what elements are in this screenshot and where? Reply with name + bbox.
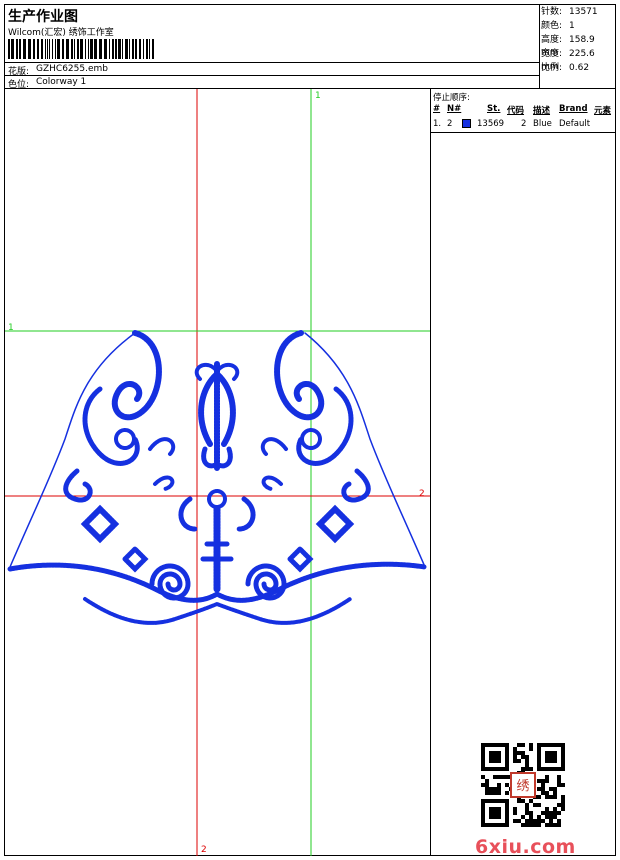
guide-label-red-bottom: 2 — [201, 845, 207, 855]
colorway-row: 色位: Colorway 1 — [5, 75, 540, 90]
stat-colors: 颜色: 1 — [541, 21, 575, 31]
worksheet-frame: 生产作业图 Wilcom(汇宏) 绣饰工作室 花版: GZHC6255.emb … — [4, 4, 616, 858]
row-code: 2 — [521, 119, 527, 129]
design-row: 花版: GZHC6255.emb — [5, 62, 540, 77]
design-filename: GZHC6255.emb — [36, 64, 108, 74]
row-brand: Default — [559, 119, 591, 129]
col-description: 描述 — [533, 106, 551, 116]
col-needle: N# — [447, 104, 462, 114]
embroidery-design — [7, 330, 428, 625]
row-index: 1. — [433, 119, 442, 129]
divider — [431, 132, 615, 133]
header-info: 生产作业图 Wilcom(汇宏) 绣饰工作室 花版: GZHC6255.emb … — [5, 5, 540, 90]
color-swatch — [462, 119, 471, 128]
stats-box: 针数: 13571 颜色: 1 高度: 158.9 mm 宽度: 225.6 mm 比例… — [541, 6, 615, 76]
design-canvas: 1 1 2 2 — [5, 89, 431, 856]
stat-scale: 比例: 0.62 — [541, 63, 590, 73]
guide-label-green-left: 1 — [8, 323, 14, 333]
col-element: 元素 — [594, 106, 612, 116]
company-name: Wilcom(汇宏) 绣饰工作室 — [8, 28, 114, 38]
embroidery-preview — [5, 89, 430, 856]
col-code: 代码 — [507, 106, 525, 116]
page-title: 生产作业图 — [8, 9, 78, 25]
stop-sequence-panel: 停止顺序: # N# St. 代码 描述 Brand 元素 1. 2 13569… — [431, 89, 615, 858]
watermark-logo: 6xiu.com — [475, 836, 576, 858]
guide-label-green-top: 1 — [315, 91, 321, 101]
col-brand: Brand — [559, 104, 588, 114]
col-stitches: St. — [487, 104, 501, 114]
stop-sequence-header: # N# St. 代码 描述 Brand 元素 — [431, 104, 615, 116]
stat-width: 宽度: 225.6 mm — [541, 49, 595, 72]
qr-code: 绣 — [481, 743, 565, 827]
row-description: Blue — [533, 119, 552, 129]
row-needle: 2 — [447, 119, 453, 129]
col-index: # — [433, 104, 441, 114]
qr-stamp-text: 绣 — [516, 779, 529, 794]
row-stitches: 13569 — [477, 119, 505, 129]
barcode — [8, 39, 154, 59]
stat-height: 高度: 158.9 mm — [541, 35, 595, 58]
stat-stitches: 针数: 13571 — [541, 7, 598, 17]
stop-sequence-row: 1. 2 13569 2 Blue Default — [431, 118, 615, 131]
colorway-value: Colorway 1 — [36, 77, 87, 87]
header: 生产作业图 Wilcom(汇宏) 绣饰工作室 花版: GZHC6255.emb … — [5, 5, 615, 90]
stop-sequence-title: 停止顺序: — [433, 93, 470, 103]
guide-label-red-right: 2 — [419, 489, 425, 499]
